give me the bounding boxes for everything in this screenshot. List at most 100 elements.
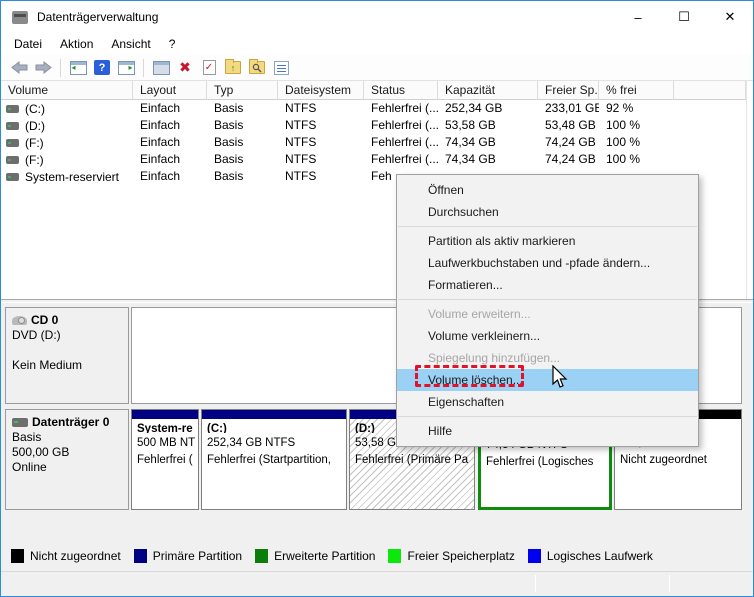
legend-swatch-primary [133,549,147,563]
legend-item: Erweiterte Partition [255,549,375,563]
partition-status: Fehlerfrei (Logisches [486,456,594,468]
close-button[interactable]: ✕ [707,1,753,33]
partition-status: Fehlerfrei ( [137,454,193,466]
col-kapazitaet[interactable]: Kapazität [438,81,538,100]
help-icon[interactable]: ? [91,58,113,77]
legend-swatch-unallocated [11,549,24,563]
console-tree-icon[interactable]: ◂ [67,58,89,77]
partition-status: Nicht zugeordnet [620,454,707,466]
cd-type: DVD (D:) [12,328,61,342]
partition-label: System-re [137,423,193,433]
legend-swatch-extended [255,549,269,563]
partition-color-bar [202,410,346,419]
disk-icon [12,418,28,427]
popup-window-icon[interactable] [150,58,172,77]
ctx-partition-aktiv[interactable]: Partition als aktiv markieren [397,230,698,252]
partition-status: Fehlerfrei (Startpartition, [207,454,331,466]
table-row[interactable]: (C:) Einfach Basis NTFS Fehlerfrei (... … [1,100,746,117]
col-empty [674,81,746,100]
col-freier-sp[interactable]: Freier Sp... [538,81,599,100]
col-prozent-frei[interactable]: % frei [599,81,674,100]
ctx-oeffnen[interactable]: Öffnen [397,179,698,201]
partition-color-bar [132,410,198,419]
annotation-red-dashed-box [415,365,524,387]
disk0-typ: Basis [12,430,42,444]
disk-management-window: Datenträgerverwaltung – ☐ ✕ Datei Aktion… [0,0,754,597]
folder-search-icon[interactable] [246,58,268,77]
table-row[interactable]: (F:) Einfach Basis NTFS Fehlerfrei (... … [1,151,746,168]
properties-list-icon[interactable] [270,58,292,77]
volume-name: (D:) [25,119,45,133]
table-row[interactable]: (F:) Einfach Basis NTFS Fehlerfrei (... … [1,134,746,151]
cd-drive-label[interactable]: CD 0 DVD (D:) Kein Medium [5,307,129,404]
status-bar [1,571,753,596]
partition-label: (C:) [207,423,227,433]
statusbar-separator [535,575,536,592]
legend-item: Freier Speicherplatz [388,549,515,563]
legend: Nicht zugeordnet Primäre Partition Erwei… [11,549,653,563]
volume-name: (F:) [25,153,44,167]
ctx-volume-verkleinern[interactable]: Volume verkleinern... [397,325,698,347]
statusbar-separator [669,575,670,592]
menu-aktion[interactable]: Aktion [51,35,102,53]
volume-name: (C:) [25,102,45,116]
toolbar: ◂ ? ▸ ✖ ✓ ↑ [1,55,753,81]
back-icon[interactable] [8,58,30,77]
menu-ansicht[interactable]: Ansicht [102,35,159,53]
delete-icon[interactable]: ✖ [174,58,196,77]
folder-up-icon[interactable]: ↑ [222,58,244,77]
volume-table-header: Volume Layout Typ Dateisystem Status Kap… [1,81,746,100]
check-document-icon[interactable]: ✓ [198,58,220,77]
forward-icon[interactable] [32,58,54,77]
table-row[interactable]: (D:) Einfach Basis NTFS Fehlerfrei (... … [1,117,746,134]
legend-item: Primäre Partition [133,549,242,563]
app-icon [12,10,28,24]
menu-bar: Datei Aktion Ansicht ? [1,33,753,55]
ctx-laufwerkbuchstaben[interactable]: Laufwerkbuchstaben und -pfade ändern... [397,252,698,274]
minimize-button[interactable]: – [615,1,661,33]
legend-swatch-free [388,549,402,563]
partition-size: 500 MB NT [137,437,196,449]
ctx-volume-erweitern: Volume erweitern... [428,307,531,321]
disk0-size: 500,00 GB [12,445,70,459]
cd-status: Kein Medium [12,358,83,372]
col-dateisystem[interactable]: Dateisystem [278,81,364,100]
partition-system-reserved[interactable]: System-re 500 MB NT Fehlerfrei ( [131,409,199,510]
disk0-label[interactable]: Datenträger 0 Basis 500,00 GB Online [5,409,129,510]
action-pane-icon[interactable]: ▸ [115,58,137,77]
title-bar: Datenträgerverwaltung – ☐ ✕ [1,1,753,33]
ctx-durchsuchen[interactable]: Durchsuchen [397,201,698,223]
legend-swatch-logical [527,549,541,563]
volume-icon [6,105,19,113]
col-typ[interactable]: Typ [207,81,278,100]
volume-icon [6,173,19,181]
col-status[interactable]: Status [364,81,438,100]
ctx-formatieren[interactable]: Formatieren... [397,274,698,296]
menu-datei[interactable]: Datei [5,35,51,53]
legend-item: Nicht zugeordnet [11,549,121,563]
volume-icon [6,156,19,164]
volume-name: (F:) [25,136,44,150]
menu-separator [398,226,697,227]
disk0-status: Online [12,460,47,474]
volume-icon [6,122,19,130]
menu-separator [398,299,697,300]
volume-name: System-reserviert [25,170,120,184]
menu-separator [398,416,697,417]
maximize-button[interactable]: ☐ [661,1,707,33]
toolbar-separator [143,58,144,77]
volume-icon [6,139,19,147]
col-volume[interactable]: Volume [1,81,133,100]
partition-size: 252,34 GB NTFS [207,437,296,449]
partition-c[interactable]: (C:) 252,34 GB NTFS Fehlerfrei (Startpar… [201,409,347,510]
disk0-name: Datenträger 0 [32,415,110,429]
window-title: Datenträgerverwaltung [37,10,159,24]
ctx-eigenschaften[interactable]: Eigenschaften [397,391,698,413]
ctx-hilfe[interactable]: Hilfe [397,420,698,442]
legend-item: Logisches Laufwerk [527,549,653,563]
mouse-cursor-icon [552,365,568,388]
cd-drive-icon [12,316,27,325]
col-layout[interactable]: Layout [133,81,207,100]
menu-hilfe[interactable]: ? [160,35,185,53]
partition-status: Fehlerfrei (Primäre Pa [355,454,469,466]
